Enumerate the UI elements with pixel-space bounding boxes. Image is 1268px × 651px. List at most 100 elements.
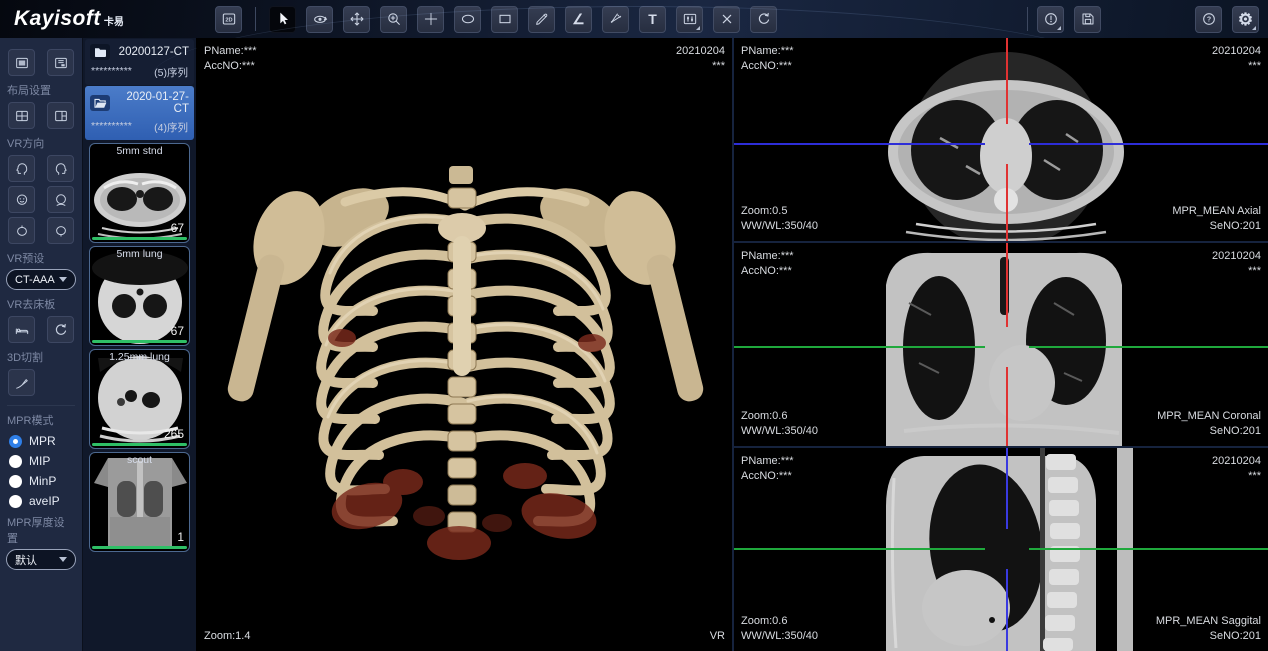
reset-icon <box>756 11 772 27</box>
mpr-crosshair-horizontal[interactable] <box>734 143 985 145</box>
vr-direction-posterior-button[interactable] <box>47 186 74 213</box>
layout-single-button[interactable] <box>8 49 35 76</box>
crosshair-tool-button[interactable] <box>417 6 444 33</box>
vr-preset-select[interactable]: CT-AAA <box>6 269 76 290</box>
scalpel-cut-button[interactable] <box>8 369 35 396</box>
study-date: 20210204 <box>676 44 725 59</box>
study-item[interactable]: 20200127-CT ********** (5)序列 <box>85 39 194 85</box>
window-level-button[interactable] <box>676 6 703 33</box>
mpr-crosshair-vertical[interactable] <box>1006 243 1008 327</box>
thumbnail-5mm-lung[interactable]: 5mm lung 67 <box>89 246 190 346</box>
rotate-3d-icon <box>312 11 328 27</box>
bed-reset-button[interactable] <box>47 316 74 343</box>
head-front-icon <box>14 192 30 208</box>
mpr-column: PName:*** AccNO:*** 20210204 *** Zoom:0.… <box>734 38 1268 651</box>
right-tools-b: ? ⚙ <box>1195 6 1259 33</box>
zoom-tool-button[interactable] <box>380 6 407 33</box>
mpr-crosshair-vertical[interactable] <box>1006 569 1008 651</box>
text-tool-icon: T <box>648 12 657 26</box>
mpr-coronal-viewport[interactable]: PName:*** AccNO:*** 20210204 *** Zoom:0.… <box>734 243 1268 448</box>
mpr-crosshair-vertical[interactable] <box>1006 38 1008 124</box>
render-mode: MPR_MEAN Axial <box>1172 204 1261 219</box>
mpr-mode-option-mip[interactable]: MIP <box>9 454 73 468</box>
help-icon: ? <box>1201 11 1217 27</box>
vr-direction-inferior-button[interactable] <box>47 217 74 244</box>
vr-bed-removal-label: VR去床板 <box>7 296 75 312</box>
vr-direction-superior-button[interactable] <box>8 217 35 244</box>
left-sidebar: 布局设置 VR方向 <box>0 38 83 651</box>
delete-annotation-button[interactable] <box>713 6 740 33</box>
cobb-angle-button[interactable] <box>602 6 629 33</box>
mpr-crosshair-vertical[interactable] <box>1006 367 1008 448</box>
pan-tool-button[interactable] <box>343 6 370 33</box>
series-count: (4)序列 <box>154 120 188 135</box>
vr-viewport[interactable]: PName:*** AccNO:*** 20210204 *** Zoom:1.… <box>197 38 734 651</box>
thumbnail-label: 5mm lung <box>90 248 189 260</box>
mpr-crosshair-horizontal[interactable] <box>734 346 985 348</box>
cursor-tool-button[interactable] <box>269 6 296 33</box>
length-measure-button[interactable] <box>528 6 555 33</box>
toolbar-separator <box>1027 7 1028 31</box>
mpr-crosshair-vertical[interactable] <box>1006 164 1008 243</box>
window-level: WW/WL:350/40 <box>741 629 818 644</box>
main-tools: 2D <box>215 6 777 33</box>
rect-roi-button[interactable] <box>491 6 518 33</box>
text-annotation-button[interactable]: T <box>639 6 666 33</box>
vr-direction-anterior-button[interactable] <box>8 186 35 213</box>
thumbnail-image-count: 67 <box>171 324 184 338</box>
mpr-mode-option-aveip[interactable]: aveIP <box>9 494 73 508</box>
mpr-crosshair-vertical[interactable] <box>1006 448 1008 529</box>
bed-icon <box>14 322 30 338</box>
mpr-crosshair-horizontal[interactable] <box>1029 346 1268 348</box>
settings-button[interactable]: ⚙ <box>1232 6 1259 33</box>
vr-ribcage-render <box>197 38 734 651</box>
mpr-mode-option-minp[interactable]: MinP <box>9 474 73 488</box>
remove-bed-button[interactable] <box>8 316 35 343</box>
vr-direction-left-button[interactable] <box>8 155 35 182</box>
layout-custom-button[interactable] <box>47 49 74 76</box>
save-image-button[interactable] <box>1074 6 1101 33</box>
layout-2x2-button[interactable] <box>8 102 35 129</box>
help-button[interactable]: ? <box>1195 6 1222 33</box>
patient-name: PName:*** <box>741 454 794 469</box>
layout-grid-icon <box>14 108 30 124</box>
radio-icon <box>9 475 22 488</box>
mpr-thickness-select[interactable]: 默认 <box>6 549 76 570</box>
thumbnail-scout[interactable]: scout 1 <box>89 452 190 552</box>
render-mode: VR <box>710 629 725 644</box>
thumbnail-5mm-stnd[interactable]: 5mm stnd 67 <box>89 143 190 243</box>
mpr-sagittal-viewport[interactable]: PName:*** AccNO:*** 20210204 *** Zoom:0.… <box>734 448 1268 651</box>
mpr-crosshair-horizontal[interactable] <box>1029 548 1268 550</box>
ellipse-icon <box>460 11 476 27</box>
accession-number: AccNO:*** <box>741 469 794 484</box>
vr-preset-value: CT-AAA <box>15 274 55 286</box>
patient-name: PName:*** <box>741 44 794 59</box>
thumbnail-1-25mm-lung[interactable]: 1.25mm lung 265 <box>89 349 190 449</box>
series-info-button[interactable] <box>1037 6 1064 33</box>
layout-custom-icon <box>53 55 69 71</box>
mpr-axial-viewport[interactable]: PName:*** AccNO:*** 20210204 *** Zoom:0.… <box>734 38 1268 243</box>
reset-view-button[interactable] <box>750 6 777 33</box>
layout-section-label: 布局设置 <box>7 82 75 98</box>
masked-value: *** <box>1212 264 1261 279</box>
vr-direction-right-button[interactable] <box>47 155 74 182</box>
logo-suffix: 卡易 <box>104 13 124 28</box>
vr-direction-label: VR方向 <box>7 135 75 151</box>
mpr-crosshair-horizontal[interactable] <box>734 548 985 550</box>
mpr-crosshair-horizontal[interactable] <box>1029 143 1268 145</box>
mpr-mode-option-mpr[interactable]: MPR <box>9 434 73 448</box>
layout-1-plus-2-button[interactable] <box>47 102 74 129</box>
rotate-3d-button[interactable] <box>306 6 333 33</box>
svg-text:2D: 2D <box>225 17 232 23</box>
angle-measure-button[interactable]: ∠ <box>565 6 592 33</box>
radio-label: MIP <box>29 454 50 468</box>
study-item-selected[interactable]: 2020-01-27-CT ********** (4)序列 <box>85 86 194 140</box>
toolbar-separator <box>255 7 256 31</box>
top-toolbar: Kayisoft 卡易 2D <box>0 0 1268 38</box>
ellipse-roi-button[interactable] <box>454 6 481 33</box>
2d-layout-button[interactable]: 2D <box>215 6 242 33</box>
zoom-factor: Zoom:0.6 <box>741 614 818 629</box>
head-right-icon <box>53 161 69 177</box>
layout-single-icon <box>14 55 30 71</box>
zoom-in-icon <box>386 11 402 27</box>
